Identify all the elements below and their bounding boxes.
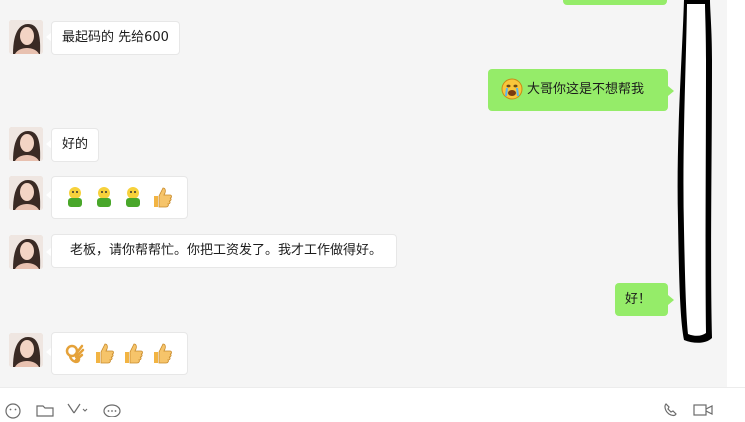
incoming-message[interactable]: 好的 (51, 128, 100, 162)
emoji-icon[interactable] (5, 403, 23, 419)
message-text: 老板，请你帮帮忙。你把工资发了。我才工作做得好。 (70, 243, 383, 258)
thumbs-up-icon (122, 342, 144, 364)
green-figure-icon (64, 186, 86, 208)
green-figure-icon (122, 186, 144, 208)
outgoing-bubble-partial[interactable] (563, 0, 667, 5)
thumbs-up-icon (151, 186, 173, 208)
incoming-message[interactable]: 老板，请你帮帮忙。你把工资发了。我才工作做得好。 (51, 234, 398, 268)
contact-avatar[interactable] (9, 333, 43, 367)
message-list[interactable]: 最起码的 先给600 大哥你这是不想帮我 好的 老板，请你帮帮忙。你把工资发了。… (0, 0, 727, 387)
input-toolbar (0, 387, 745, 419)
chat-window: 最起码的 先给600 大哥你这是不想帮我 好的 老板，请你帮帮忙。你把工资发了。… (0, 0, 745, 419)
message-text: 好！ (625, 292, 652, 307)
crying-face-icon (501, 78, 523, 100)
contact-avatar[interactable] (9, 176, 43, 210)
message-text: 大哥你这是不想帮我 (527, 82, 645, 97)
chat-history-icon[interactable] (103, 403, 121, 418)
incoming-emoji-message[interactable] (51, 176, 188, 219)
thumbs-up-icon (151, 342, 173, 364)
incoming-emoji-message[interactable] (51, 332, 188, 375)
incoming-message[interactable]: 最起码的 先给600 (51, 21, 180, 55)
scissors-icon[interactable] (66, 403, 88, 417)
outgoing-message[interactable]: 好！ (615, 283, 668, 316)
outgoing-message[interactable]: 大哥你这是不想帮我 (488, 69, 668, 111)
ok-hand-icon (64, 342, 86, 364)
contact-avatar[interactable] (9, 235, 43, 269)
message-text: 好的 (62, 137, 89, 152)
message-text: 最起码的 先给600 (62, 30, 169, 45)
thumbs-up-icon (93, 342, 115, 364)
redaction-scribble (677, 0, 712, 343)
contact-avatar[interactable] (9, 127, 43, 161)
phone-icon[interactable] (663, 403, 681, 417)
green-figure-icon (93, 186, 115, 208)
video-call-icon[interactable] (693, 403, 713, 417)
folder-icon[interactable] (36, 403, 54, 417)
contact-avatar[interactable] (9, 20, 43, 54)
